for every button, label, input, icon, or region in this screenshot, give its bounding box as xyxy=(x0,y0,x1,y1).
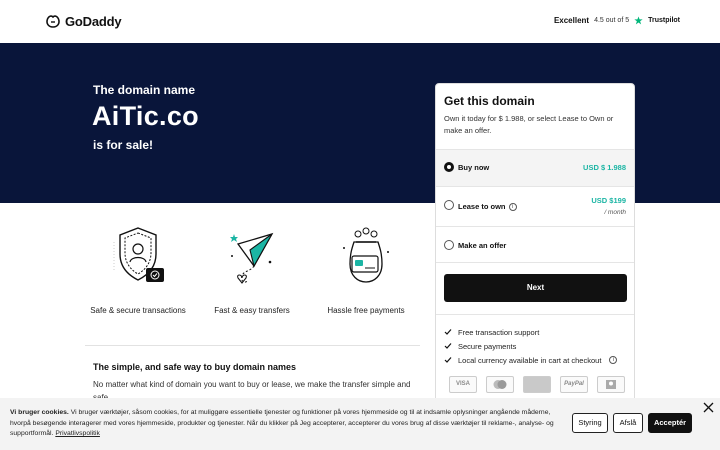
option-label: Make an offer xyxy=(458,241,507,250)
amex-icon xyxy=(523,376,551,393)
logo-text: GoDaddy xyxy=(65,13,122,29)
info-icon[interactable]: i xyxy=(508,203,517,212)
cookie-banner: Vi bruger cookies. Vi bruger værktøjer, … xyxy=(0,398,720,450)
feature-label: Fast & easy transfers xyxy=(214,306,290,315)
option-label: Buy now xyxy=(458,163,490,172)
money-card-icon xyxy=(343,227,389,283)
option-label-with-info: Lease to own i xyxy=(458,202,517,212)
option-price: USD $ 1.988 xyxy=(583,163,626,172)
mastercard-circles-icon xyxy=(493,380,507,389)
cookie-title: Vi bruger cookies. xyxy=(10,409,69,416)
benefit-text: Local currency available in cart at chec… xyxy=(458,355,602,365)
trustpilot-star-icon xyxy=(634,16,643,25)
bank-icon xyxy=(597,376,625,393)
benefit-item: Free transaction support xyxy=(444,325,630,339)
radio-unselected[interactable] xyxy=(444,200,454,210)
check-icon xyxy=(444,329,452,335)
shield-user-icon xyxy=(113,227,164,282)
trustpilot-rating[interactable]: Excellent 4.5 out of 5 Trustpilot xyxy=(554,16,680,25)
option-label: Lease to own xyxy=(458,202,506,211)
bank-card-icon xyxy=(606,380,616,389)
decline-cookies-button[interactable]: Afslå xyxy=(613,413,643,433)
radio-selected[interactable] xyxy=(444,162,454,172)
rating-label: Excellent xyxy=(553,16,590,25)
info-title: The simple, and safe way to buy domain n… xyxy=(93,362,297,372)
benefits-list: Free transaction support Secure payments… xyxy=(444,325,630,367)
purchase-card: Get this domain Own it today for $ 1.988… xyxy=(435,83,635,413)
top-bar: GoDaddy Excellent 4.5 out of 5 Trustpilo… xyxy=(0,0,720,43)
option-lease-to-own[interactable]: Lease to own i USD $199 / month xyxy=(436,186,634,226)
godaddy-logo-icon xyxy=(46,15,60,28)
feature-label: Hassle free payments xyxy=(327,306,405,315)
feature-secure: Safe & secure transactions xyxy=(78,222,198,315)
paper-plane-icon xyxy=(230,232,274,284)
cookie-text-block: Vi bruger cookies. Vi bruger værktøjer, … xyxy=(10,408,555,440)
hero-eyebrow: The domain name xyxy=(93,83,196,97)
privacy-policy-link[interactable]: Privatlivspolitik xyxy=(55,430,100,437)
rating-score: 4.5 out of 5 xyxy=(594,17,630,24)
manage-cookies-button[interactable]: Styring xyxy=(572,413,608,433)
payment-methods: VISA PayPal xyxy=(449,376,625,393)
domain-name: AiTic.co xyxy=(92,101,199,131)
feature-payments: Hassle free payments xyxy=(306,222,426,315)
benefit-text: Secure payments xyxy=(458,341,517,351)
mastercard-icon xyxy=(486,376,514,393)
benefit-text: Free transaction support xyxy=(458,327,540,337)
check-icon xyxy=(444,357,452,363)
paypal-icon: PayPal xyxy=(560,376,588,393)
option-buy-now[interactable]: Buy now USD $ 1.988 xyxy=(436,149,634,186)
benefit-item: Secure payments xyxy=(444,339,630,353)
next-button[interactable]: Next xyxy=(444,274,627,302)
accept-cookies-button[interactable]: Acceptér xyxy=(648,413,692,433)
option-price: USD $199 xyxy=(591,196,626,205)
feature-label: Safe & secure transactions xyxy=(90,306,186,315)
section-divider xyxy=(85,345,420,346)
check-icon xyxy=(444,343,452,349)
visa-icon: VISA xyxy=(449,376,477,393)
card-subtitle: Own it today for $ 1.988, or select Leas… xyxy=(444,114,614,135)
for-sale-text: is for sale! xyxy=(93,138,154,152)
feature-transfers: Fast & easy transfers xyxy=(192,222,312,315)
card-title: Get this domain xyxy=(444,94,535,108)
radio-unselected[interactable] xyxy=(444,240,454,250)
benefit-item: Local currency available in cart at chec… xyxy=(444,353,630,367)
card-divider xyxy=(436,314,634,315)
info-icon[interactable]: i xyxy=(609,356,618,364)
trustpilot-label: Trustpilot xyxy=(648,17,680,24)
godaddy-logo[interactable]: GoDaddy xyxy=(45,13,122,29)
option-price-period: / month xyxy=(604,209,626,216)
option-make-offer[interactable]: Make an offer xyxy=(436,226,634,263)
close-icon[interactable] xyxy=(703,402,714,413)
